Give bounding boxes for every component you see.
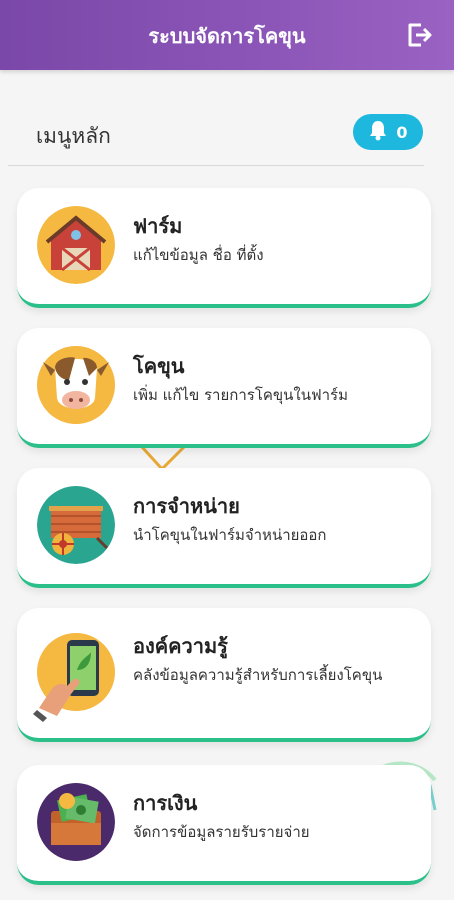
notification-count: 0 (396, 122, 408, 142)
phone-knowledge-icon (33, 630, 115, 722)
card-description: จัดการข้อมูลรายรับรายจ่าย (133, 823, 310, 841)
card-title: โคขุน (133, 354, 185, 378)
menu-card-knowledge[interactable]: องค์ความรู้ คลังข้อมูลความรู้สำหรับการเล… (17, 608, 431, 742)
card-description: เพิ่ม แก้ไข รายการโคขุนในฟาร์ม (133, 386, 348, 404)
bell-icon (368, 119, 388, 145)
menu-card-sales[interactable]: การจำหน่าย นำโคขุนในฟาร์มจำหน่ายออก (17, 468, 431, 588)
divider (8, 165, 424, 166)
menu-card-finance[interactable]: การเงิน จัดการข้อมูลรายรับรายจ่าย (17, 765, 431, 885)
app-header: ระบบจัดการโคขุน (0, 0, 454, 70)
barn-icon (37, 206, 115, 284)
logout-icon[interactable] (406, 22, 432, 48)
card-description: นำโคขุนในฟาร์มจำหน่ายออก (133, 526, 327, 544)
card-title: ฟาร์ม (133, 214, 183, 238)
cart-icon (37, 486, 115, 564)
menu-card-cattle[interactable]: โคขุน เพิ่ม แก้ไข รายการโคขุนในฟาร์ม (17, 328, 431, 448)
menu-header: เมนูหลัก 0 (0, 108, 454, 164)
card-title: องค์ความรู้ (133, 634, 228, 658)
card-title: การเงิน (133, 791, 198, 815)
cow-icon (37, 346, 115, 424)
menu-heading: เมนูหลัก (36, 124, 111, 148)
card-description: คลังข้อมูลความรู้สำหรับการเลี้ยงโคขุน (133, 666, 383, 684)
notification-badge[interactable]: 0 (353, 114, 423, 150)
card-description: แก้ไขข้อมูล ชื่อ ที่ตั้ง (133, 246, 264, 264)
menu-card-farm[interactable]: ฟาร์ม แก้ไขข้อมูล ชื่อ ที่ตั้ง (17, 188, 431, 308)
money-icon (37, 783, 115, 861)
app-title: ระบบจัดการโคขุน (148, 24, 306, 48)
card-title: การจำหน่าย (133, 494, 240, 518)
